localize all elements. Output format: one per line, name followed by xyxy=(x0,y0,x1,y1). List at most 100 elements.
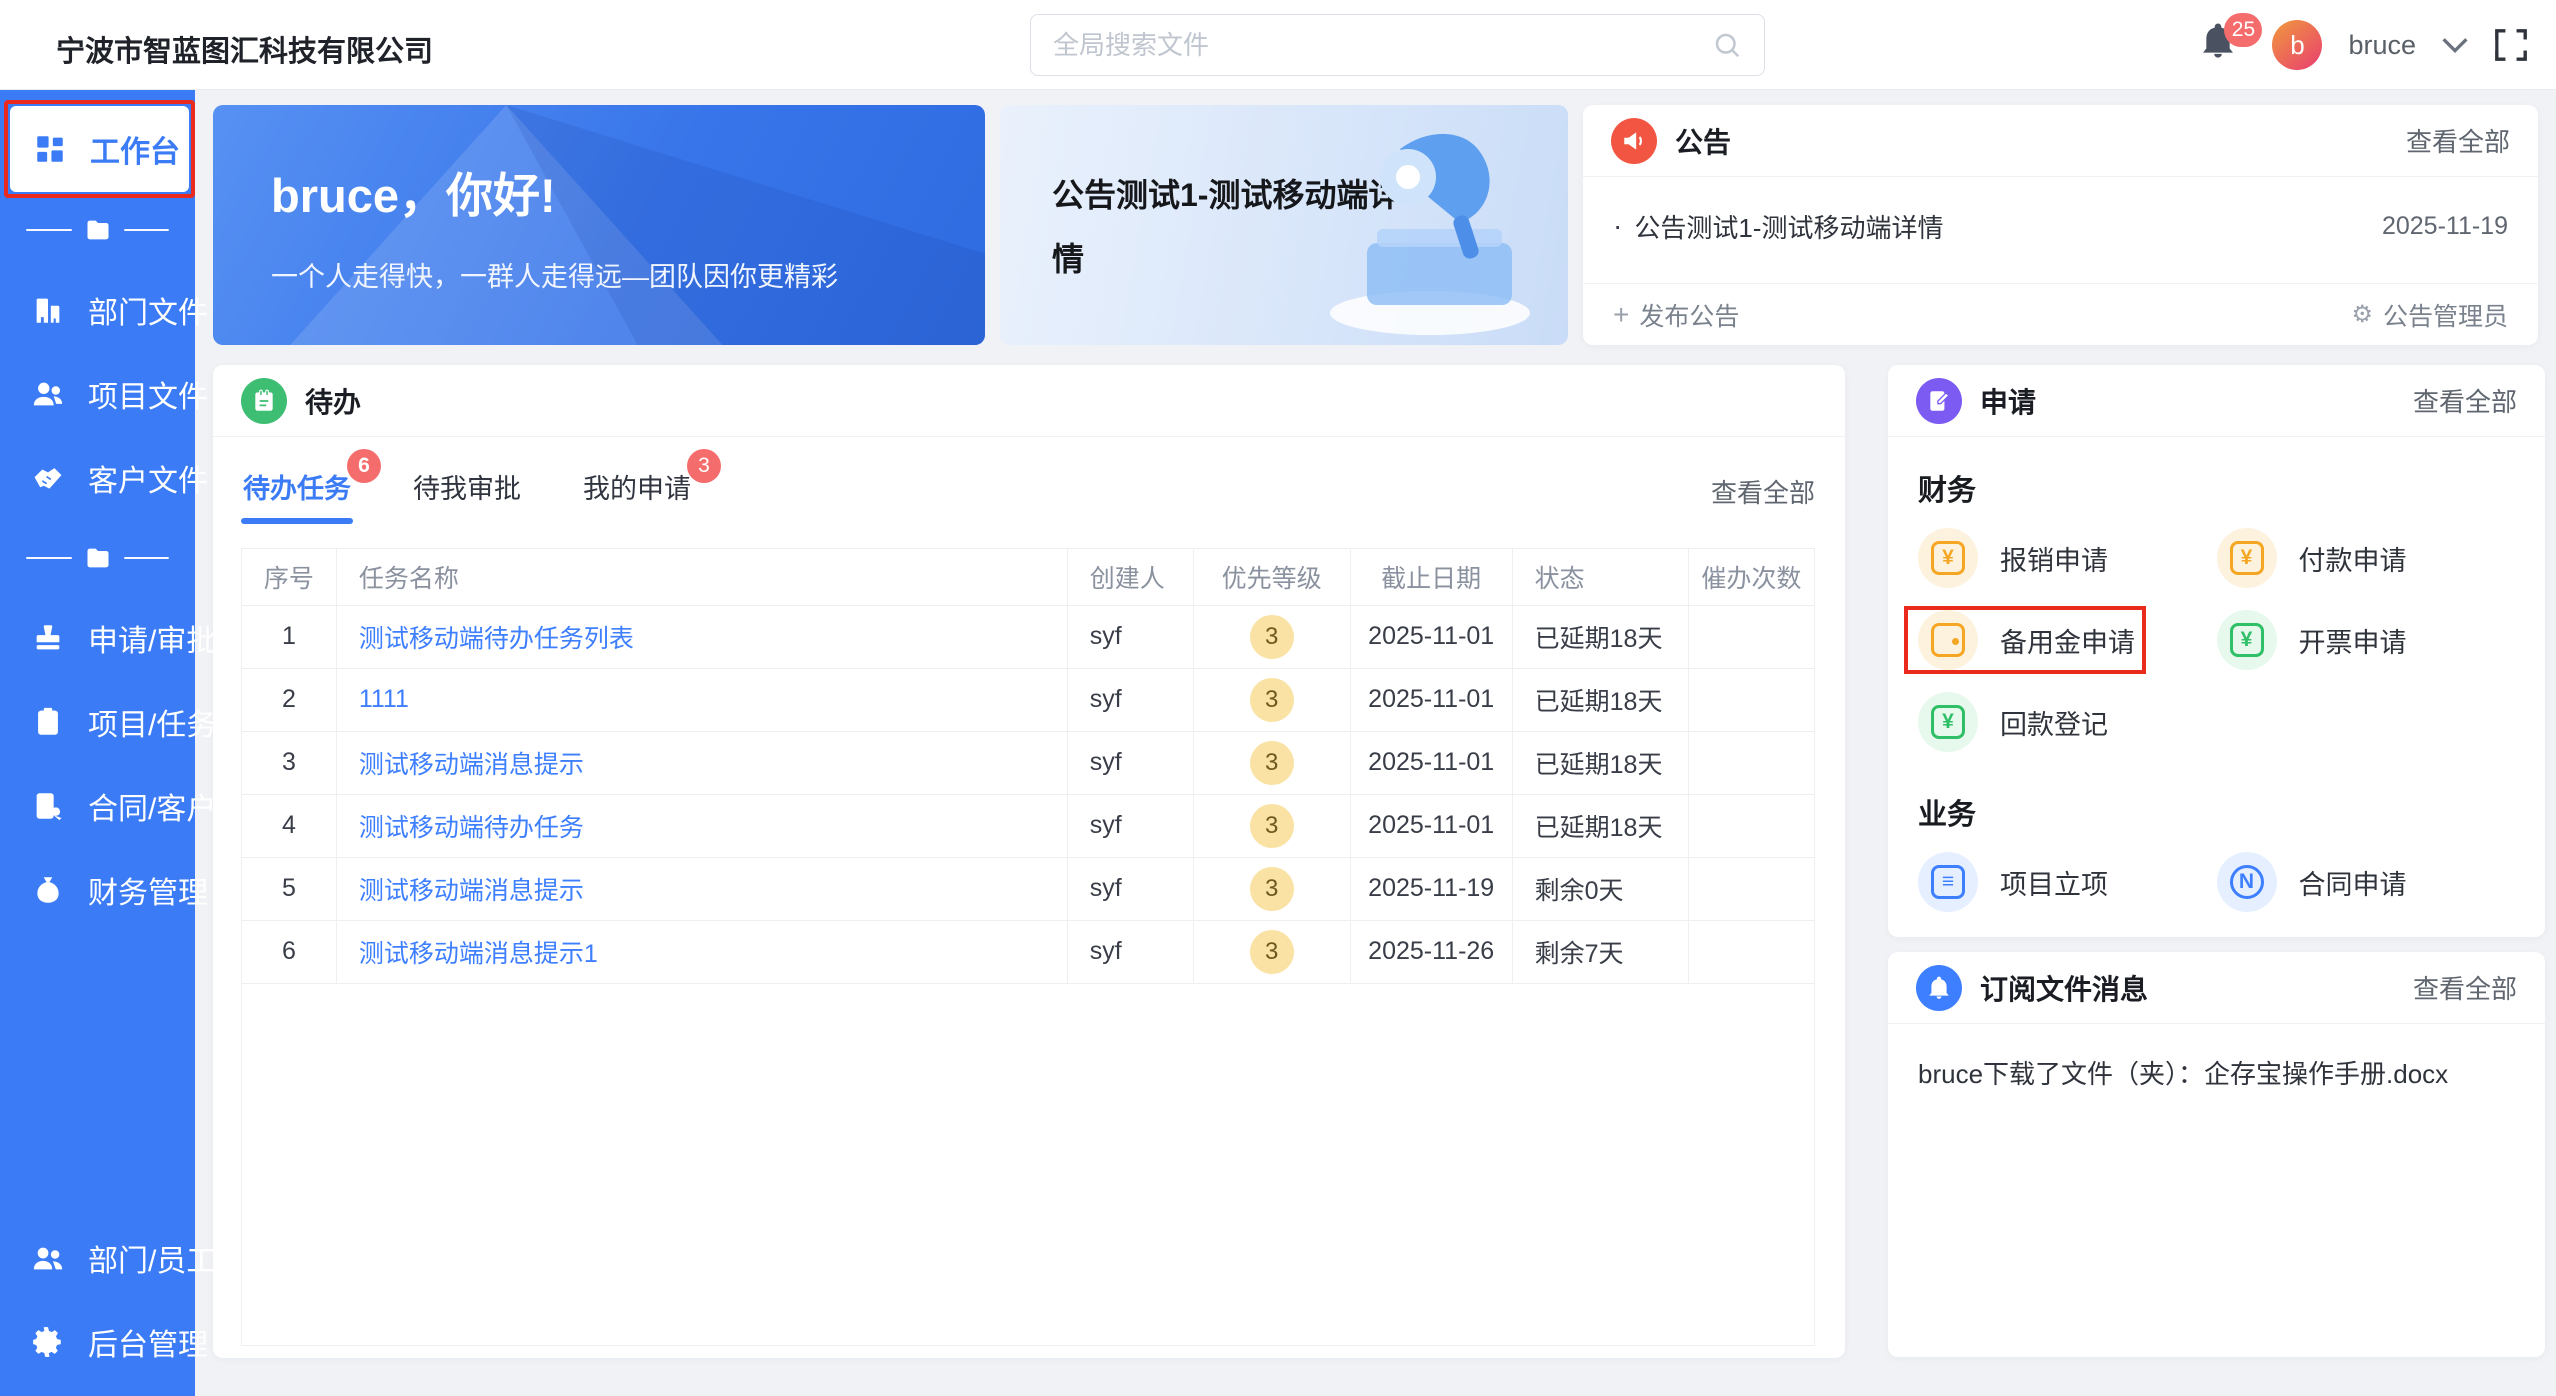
sidebar-item-contract-customer[interactable]: 合同/客户 xyxy=(0,764,195,848)
table-row: 5 测试移动端消息提示 syf 3 2025-11-19 剩余0天 xyxy=(242,857,1814,920)
sidebar-item-workbench[interactable]: 工作台 xyxy=(10,106,189,192)
col-header: 状态 xyxy=(1512,549,1688,605)
tab-label: 待我审批 xyxy=(413,474,521,504)
handshake-icon xyxy=(28,458,68,498)
apply-item-payment[interactable]: ¥ 付款申请 xyxy=(2217,517,2516,599)
tab-awaiting-my-approval[interactable]: 待我审批 xyxy=(413,467,521,524)
chevron-down-icon[interactable] xyxy=(2442,36,2468,54)
notice-item-text: 公告测试1-测试移动端详情 xyxy=(1634,208,2382,245)
notice-title: 公告 xyxy=(1675,121,1731,161)
sidebar-item-label: 合同/客户 xyxy=(88,784,216,828)
sidebar-item-department-staff[interactable]: 部门/员工 xyxy=(0,1216,195,1300)
cell-no: 6 xyxy=(242,920,336,983)
sidebar-item-apply-approve[interactable]: 申请/审批 xyxy=(0,596,195,680)
table-row: 4 测试移动端待办任务 syf 3 2025-11-01 已延期18天 xyxy=(242,794,1814,857)
sidebar-item-label: 客户文件 xyxy=(88,456,208,500)
gear-icon: ⚙ xyxy=(2351,300,2373,329)
publish-notice-button[interactable]: + 发布公告 xyxy=(1613,297,1739,333)
task-link[interactable]: 测试移动端消息提示 xyxy=(359,877,584,905)
notice-list-item[interactable]: · 公告测试1-测试移动端详情 2025-11-19 xyxy=(1583,177,2538,275)
tab-my-applications[interactable]: 我的申请 3 xyxy=(583,467,691,524)
global-search[interactable] xyxy=(1030,14,1765,76)
task-link[interactable]: 测试移动端待办任务 xyxy=(359,814,584,842)
cell-status: 已延期18天 xyxy=(1512,668,1688,731)
cell-deadline: 2025-11-01 xyxy=(1350,605,1512,668)
cell-status: 剩余0天 xyxy=(1512,857,1688,920)
avatar[interactable]: b xyxy=(2272,20,2322,70)
cell-no: 5 xyxy=(242,857,336,920)
stamp-icon xyxy=(28,618,68,658)
sidebar-item-finance[interactable]: 财务管理 xyxy=(0,848,195,932)
notification-bell[interactable]: 25 xyxy=(2198,19,2246,71)
todo-view-all[interactable]: 查看全部 xyxy=(1711,473,1815,510)
table-header-row: 序号 任务名称 创建人 优先等级 截止日期 状态 催办次数 xyxy=(242,549,1814,605)
fullscreen-icon[interactable] xyxy=(2494,28,2528,62)
sidebar-item-project-files[interactable]: 项目文件 xyxy=(0,352,195,436)
cell-urge xyxy=(1688,668,1814,731)
subscribe-list-item[interactable]: bruce下载了文件（夹）：企存宝操作手册.docx xyxy=(1888,1024,2545,1091)
notice-admin-button[interactable]: ⚙ 公告管理员 xyxy=(2351,297,2508,333)
priority-badge: 3 xyxy=(1250,804,1294,848)
building-icon xyxy=(28,290,68,330)
apply-icon xyxy=(1916,378,1962,424)
cell-creator: syf xyxy=(1067,731,1193,794)
sidebar-item-department-files[interactable]: 部门文件 xyxy=(0,268,195,352)
notice-header: 公告 查看全部 xyxy=(1583,105,2538,177)
table-row: 2 1111 syf 3 2025-11-01 已延期18天 xyxy=(242,668,1814,731)
task-link[interactable]: 测试移动端消息提示 xyxy=(359,751,584,779)
cell-deadline: 2025-11-26 xyxy=(1350,920,1512,983)
col-header: 截止日期 xyxy=(1350,549,1512,605)
apply-title: 申请 xyxy=(1980,381,2036,421)
sidebar-item-label: 申请/审批 xyxy=(88,616,216,660)
cell-status: 已延期18天 xyxy=(1512,605,1688,668)
apply-item-petty-cash[interactable]: 备用金申请 xyxy=(1918,599,2217,681)
dashboard-icon xyxy=(30,129,70,169)
project-doc-icon: ≡ xyxy=(1918,852,1978,912)
todo-tabs: 待办任务 6 待我审批 我的申请 3 查看全部 xyxy=(213,437,1845,524)
search-input[interactable] xyxy=(1053,30,1712,61)
folder-icon xyxy=(84,544,112,572)
main-content: bruce，你好! 一个人走得快，一群人走得远—团队因你更精彩 公告测试1-测试… xyxy=(195,90,2556,1396)
subscribe-view-all[interactable]: 查看全部 xyxy=(2413,969,2517,1006)
notice-view-all[interactable]: 查看全部 xyxy=(2406,122,2510,159)
sidebar-item-customer-files[interactable]: 客户文件 xyxy=(0,436,195,520)
task-link[interactable]: 测试移动端消息提示1 xyxy=(359,940,598,968)
cell-urge xyxy=(1688,794,1814,857)
apply-item-contract-request[interactable]: N 合同申请 xyxy=(2217,841,2516,923)
todo-table: 序号 任务名称 创建人 优先等级 截止日期 状态 催办次数 1 测试移动端待办任… xyxy=(241,548,1815,1346)
clipboard-icon xyxy=(28,702,68,742)
priority-badge: 3 xyxy=(1250,615,1294,659)
col-header: 优先等级 xyxy=(1193,549,1350,605)
money-bag-icon xyxy=(28,870,68,910)
section-label-finance: 财务 xyxy=(1918,467,2515,509)
contract-link-icon: N xyxy=(2217,852,2277,912)
section-label-business: 业务 xyxy=(1918,791,2515,833)
apply-item-project-setup[interactable]: ≡ 项目立项 xyxy=(1918,841,2217,923)
subscribe-header: 订阅文件消息 查看全部 xyxy=(1888,952,2545,1024)
task-link[interactable]: 1111 xyxy=(359,685,409,713)
megaphone-illustration xyxy=(1262,115,1562,345)
sidebar-item-admin[interactable]: 后台管理 xyxy=(0,1300,195,1384)
cell-status: 剩余7天 xyxy=(1512,920,1688,983)
apply-item-reimburse[interactable]: ¥ 报销申请 xyxy=(1918,517,2217,599)
notification-count-badge: 25 xyxy=(2224,13,2262,47)
apply-item-invoice[interactable]: ¥ 开票申请 xyxy=(2217,599,2516,681)
cell-urge xyxy=(1688,920,1814,983)
tab-todo-tasks[interactable]: 待办任务 6 xyxy=(243,467,351,524)
todo-header: 待办 xyxy=(213,365,1845,437)
apply-item-label: 开票申请 xyxy=(2299,621,2407,660)
table-row: 1 测试移动端待办任务列表 syf 3 2025-11-01 已延期18天 xyxy=(242,605,1814,668)
search-icon[interactable] xyxy=(1712,30,1742,60)
apply-item-label: 付款申请 xyxy=(2299,539,2407,578)
task-link[interactable]: 测试移动端待办任务列表 xyxy=(359,625,634,653)
apply-item-refund[interactable]: ¥ 回款登记 xyxy=(1918,681,2217,763)
sidebar-item-label: 项目文件 xyxy=(88,372,208,416)
apply-header: 申请 查看全部 xyxy=(1888,365,2545,437)
sidebar-item-project-task[interactable]: 项目/任务 xyxy=(0,680,195,764)
promo-banner[interactable]: 公告测试1-测试移动端详情 xyxy=(1000,105,1568,345)
user-name[interactable]: bruce xyxy=(2348,30,2416,61)
apply-body: 财务 ¥ 报销申请 ¥ 付款申请 备用金申请 ¥ 开票申请 xyxy=(1888,437,2545,923)
apply-view-all[interactable]: 查看全部 xyxy=(2413,382,2517,419)
welcome-title: bruce，你好! xyxy=(271,157,556,226)
cell-creator: syf xyxy=(1067,920,1193,983)
